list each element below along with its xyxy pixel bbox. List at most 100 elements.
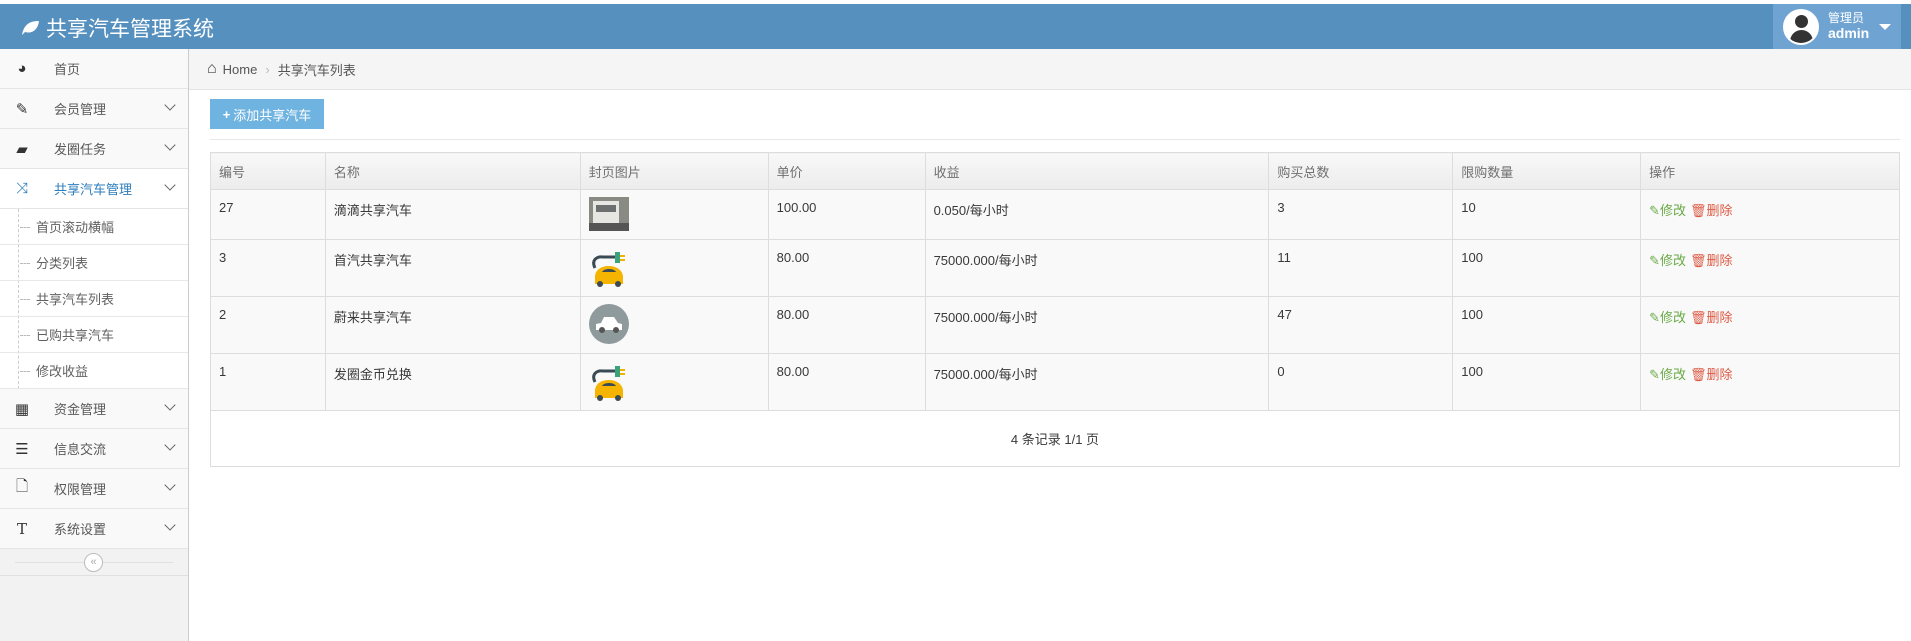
- edit-label: 修改: [1660, 310, 1687, 325]
- cell-income: 75000.000/每小时: [924, 239, 1270, 297]
- cell-total: 11: [1268, 239, 1454, 297]
- delete-link[interactable]: 🗑删除: [1690, 203, 1733, 218]
- cell-image: [579, 353, 769, 411]
- cover-image: [589, 361, 760, 401]
- col-price: 单价: [767, 152, 926, 190]
- col-income: 收益: [924, 152, 1270, 190]
- pagination-info: 4 条记录 1/1 页: [210, 410, 1900, 467]
- cell-price: 80.00: [767, 239, 926, 297]
- cell-limit: 10: [1452, 189, 1642, 240]
- edit-link[interactable]: ✎修改: [1649, 253, 1686, 268]
- breadcrumb-current: 共享汽车列表: [277, 62, 356, 78]
- chevron-down-icon: [164, 399, 176, 411]
- sidebar-item-members[interactable]: ✎ 会员管理: [0, 89, 188, 129]
- trash-icon: 🗑: [1690, 203, 1707, 218]
- brand[interactable]: 共享汽车管理系统: [20, 13, 214, 43]
- sidebar-collapse: «: [0, 549, 188, 576]
- edit-label: 修改: [1660, 203, 1687, 218]
- edit-label: 修改: [1660, 367, 1687, 382]
- submenu: 首页滚动横幅 分类列表 共享汽车列表 已购共享汽车 修改收益: [0, 209, 188, 389]
- cell-limit: 100: [1452, 239, 1642, 297]
- delete-link[interactable]: 🗑删除: [1690, 253, 1733, 268]
- delete-link[interactable]: 🗑删除: [1690, 310, 1733, 325]
- submenu-item-banner[interactable]: 首页滚动横幅: [0, 209, 188, 245]
- sidebar-item-label: 信息交流: [54, 442, 107, 457]
- col-limit: 限购数量: [1452, 152, 1642, 190]
- book-icon: ▰: [16, 140, 28, 158]
- sidebar-item-funds[interactable]: ▦ 资金管理: [0, 389, 188, 429]
- shuffle-icon: ⤨: [15, 180, 28, 197]
- table-row: 1 发圈金币兑换 80.00 75000.000/每小时 0 100 ✎修改 🗑删除: [210, 353, 1900, 411]
- delete-link[interactable]: 🗑删除: [1690, 367, 1733, 382]
- cell-actions: ✎修改 🗑删除: [1640, 189, 1900, 240]
- home-icon: ⌂: [207, 60, 217, 77]
- chevron-down-icon: [164, 519, 176, 531]
- sidebar-item-label: 发圈任务: [54, 142, 107, 157]
- chevron-down-icon: [164, 479, 176, 491]
- user-menu[interactable]: 管理员 admin: [1773, 4, 1901, 49]
- delete-label: 删除: [1706, 367, 1733, 382]
- chevron-down-icon: [164, 179, 176, 191]
- cell-name: 蔚来共享汽车: [324, 296, 581, 354]
- sidebar-item-car-management[interactable]: ⤨ 共享汽车管理: [0, 169, 188, 209]
- cell-income: 75000.000/每小时: [924, 353, 1270, 411]
- cover-image: [588, 197, 760, 231]
- table-row: 2 蔚来共享汽车 80.00 75000.000/每小时 47 100 ✎修改 🗑删除: [210, 296, 1900, 354]
- submenu-item-categories[interactable]: 分类列表: [0, 245, 188, 281]
- app-title: 共享汽车管理系统: [46, 18, 214, 41]
- file-icon: 🗋: [15, 478, 29, 495]
- submenu-item-income[interactable]: 修改收益: [0, 353, 188, 389]
- cell-price: 100.00: [767, 189, 926, 240]
- col-total: 购买总数: [1268, 152, 1454, 190]
- cell-price: 80.00: [767, 353, 926, 411]
- cell-id: 1: [210, 353, 326, 411]
- car-table: 编号 名称 封页图片 单价 收益 购买总数 限购数量 操作 27 滴滴共享汽车 10…: [210, 152, 1900, 467]
- caret-down-icon: [1879, 23, 1892, 30]
- cell-limit: 100: [1452, 296, 1642, 354]
- add-car-button[interactable]: + 添加共享汽车: [210, 99, 324, 129]
- app-header: 共享汽车管理系统 管理员 admin: [0, 4, 1911, 49]
- divider: [210, 139, 1900, 140]
- submenu-item-purchased[interactable]: 已购共享汽车: [0, 317, 188, 353]
- edit-link[interactable]: ✎修改: [1649, 203, 1686, 218]
- submenu-item-car-list[interactable]: 共享汽车列表: [0, 281, 188, 317]
- text-icon: T: [16, 519, 27, 538]
- col-image: 封页图片: [579, 152, 769, 190]
- edit-link[interactable]: ✎修改: [1649, 310, 1686, 325]
- sidebar-item-label: 系统设置: [54, 522, 107, 537]
- edit-link[interactable]: ✎修改: [1649, 367, 1686, 382]
- sidebar: ◕ 首页 ✎ 会员管理 ▰ 发圈任务 ⤨ 共享汽车管理 首页滚动横幅 分类列表 共享汽车…: [0, 49, 189, 641]
- sidebar-item-tasks[interactable]: ▰ 发圈任务: [0, 129, 188, 169]
- user-role: 管理员: [1828, 11, 1865, 25]
- cell-id: 2: [210, 296, 326, 354]
- sidebar-item-settings[interactable]: T 系统设置: [0, 509, 188, 549]
- pencil-icon: ✎: [1649, 367, 1661, 382]
- edit-label: 修改: [1660, 253, 1687, 268]
- table-header-row: 编号 名称 封页图片 单价 收益 购买总数 限购数量 操作: [210, 152, 1900, 190]
- trash-icon: 🗑: [1690, 310, 1707, 325]
- collapse-icon[interactable]: «: [84, 553, 103, 572]
- breadcrumb-separator-icon: ›: [265, 61, 270, 77]
- col-name: 名称: [324, 152, 581, 190]
- leaf-icon: [22, 21, 39, 35]
- cell-total: 0: [1268, 353, 1454, 411]
- cell-actions: ✎修改 🗑删除: [1640, 353, 1900, 411]
- sidebar-item-home[interactable]: ◕ 首页: [0, 49, 188, 89]
- breadcrumb: ⌂ Home › 共享汽车列表: [189, 49, 1911, 90]
- chevron-down-icon: [164, 439, 176, 451]
- cell-actions: ✎修改 🗑删除: [1640, 296, 1900, 354]
- edit-icon: ✎: [15, 100, 29, 118]
- cell-name: 发圈金币兑换: [324, 353, 581, 411]
- cover-image: [589, 247, 760, 287]
- cell-price: 80.00: [767, 296, 926, 354]
- sidebar-item-label: 会员管理: [54, 102, 107, 117]
- cover-image: [588, 304, 760, 344]
- sidebar-item-label: 共享汽车管理: [54, 182, 133, 197]
- breadcrumb-home[interactable]: Home: [223, 62, 258, 77]
- sidebar-item-permissions[interactable]: 🗋 权限管理: [0, 469, 188, 509]
- cell-image: [579, 296, 769, 354]
- cell-total: 47: [1268, 296, 1454, 354]
- delete-label: 删除: [1706, 253, 1733, 268]
- sidebar-item-messages[interactable]: ☰ 信息交流: [0, 429, 188, 469]
- list-icon: ☰: [15, 440, 29, 458]
